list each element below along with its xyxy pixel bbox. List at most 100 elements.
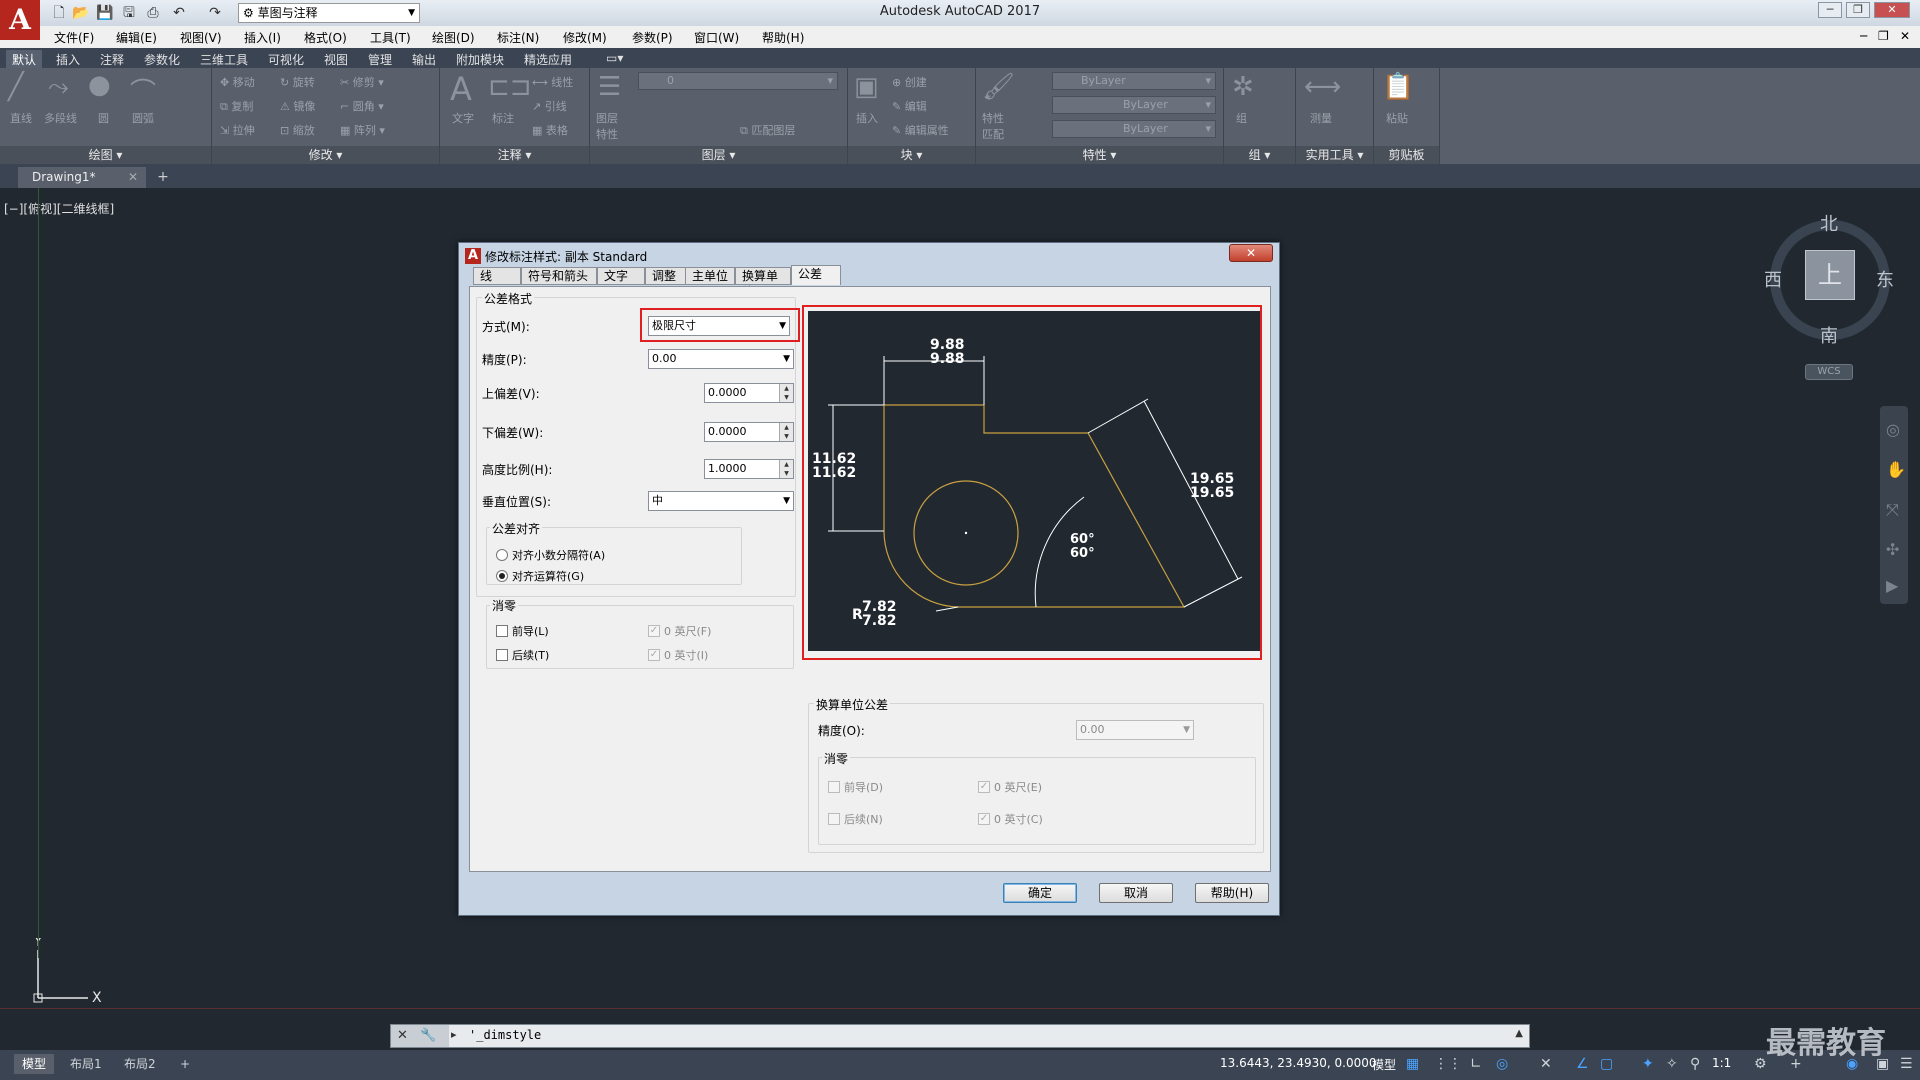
edit-attributes-button[interactable]: ✎ 编辑属性 [892, 122, 949, 138]
layer-select[interactable]: 0 ▾ [638, 72, 838, 90]
ribbon-tab-annotate[interactable]: 注释 [94, 50, 130, 69]
rotate-button[interactable]: ↻ 旋转 [280, 74, 315, 90]
menu-dimension[interactable]: 标注(N) [497, 29, 539, 46]
ribbon-tab-manage[interactable]: 管理 [362, 50, 398, 69]
close-icon[interactable]: ✕ [397, 1028, 408, 1043]
annotation-visibility-icon[interactable]: ✦ [1642, 1056, 1654, 1072]
zero-inches-checkbox[interactable]: ✓ [648, 649, 660, 661]
arc-tool-icon[interactable]: ⌒ [130, 72, 156, 109]
panel-title-properties[interactable]: 特性 ▾ [976, 146, 1223, 164]
match-properties-icon[interactable]: 🖌 [982, 72, 1015, 102]
text-tool-icon[interactable]: A [450, 70, 472, 108]
customize-icon[interactable]: ☰ [1900, 1056, 1913, 1072]
height-scale-input[interactable]: 1.0000 ▲ ▼ [704, 459, 794, 479]
layer-properties-icon[interactable]: ☰ [598, 72, 621, 102]
ortho-icon[interactable]: ∟ [1470, 1056, 1482, 1072]
stretch-button[interactable]: ⇲ 拉伸 [220, 122, 255, 138]
spin-up-icon[interactable]: ▲ [779, 460, 793, 469]
panel-title-groups[interactable]: 组 ▾ [1224, 146, 1295, 164]
compass-east[interactable]: 东 [1876, 266, 1894, 292]
panel-title-utilities[interactable]: 实用工具 ▾ [1296, 146, 1373, 164]
model-space-toggle[interactable]: 模型 [1372, 1056, 1396, 1073]
tab-lines[interactable]: 线 [473, 267, 521, 285]
trim-button[interactable]: ✂ 修剪 ▾ [340, 74, 384, 90]
insert-block-icon[interactable]: ▣ [854, 72, 879, 102]
upper-deviation-input[interactable]: 0.0000 ▲ ▼ [704, 383, 794, 403]
menu-edit[interactable]: 编辑(E) [116, 29, 157, 46]
layout-tab-2[interactable]: 布局2 [116, 1054, 164, 1074]
cancel-button[interactable]: 取消 [1099, 883, 1173, 903]
help-button[interactable]: 帮助(H) [1195, 883, 1269, 903]
viewport-controls[interactable]: [−][俯视][二维线框] [4, 200, 114, 217]
ribbon-tab-addins[interactable]: 附加模块 [450, 50, 510, 69]
menu-tools[interactable]: 工具(T) [370, 29, 411, 46]
ribbon-tab-3d[interactable]: 三维工具 [194, 50, 254, 69]
compass-north[interactable]: 北 [1820, 210, 1838, 236]
polyline-tool-icon[interactable]: ⤳ [48, 72, 69, 103]
linetype-select[interactable]: ByLayer ▾ [1052, 96, 1216, 114]
spin-up-icon[interactable]: ▲ [779, 384, 793, 393]
layout-tab-model[interactable]: 模型 [14, 1054, 55, 1074]
tab-tolerances[interactable]: 公差 [791, 265, 841, 285]
ribbon-tab-output[interactable]: 输出 [406, 50, 442, 69]
new-tab-button[interactable]: + [152, 168, 174, 186]
fillet-button[interactable]: ⌐ 圆角 ▾ [340, 98, 384, 114]
osnap-icon[interactable]: ✕ [1540, 1056, 1552, 1072]
layout-tab-1[interactable]: 布局1 [62, 1054, 110, 1074]
steering-wheel-icon[interactable]: ◎ [1886, 420, 1900, 439]
tab-symbols-arrows[interactable]: 符号和箭头 [521, 267, 597, 285]
leader-button[interactable]: ↗ 引线 [532, 98, 567, 114]
copy-button[interactable]: ⧉ 复制 [220, 98, 253, 114]
selection-cycling-icon[interactable]: ▢ [1600, 1056, 1613, 1072]
ribbon-tab-visualize[interactable]: 可视化 [262, 50, 310, 69]
ok-button[interactable]: 确定 [1003, 883, 1077, 903]
line-tool-icon[interactable]: ╱ [8, 72, 24, 102]
tab-primary-units[interactable]: 主单位 [685, 267, 735, 285]
menu-file[interactable]: 文件(F) [54, 29, 94, 46]
doc-close-icon[interactable]: ✕ [1900, 29, 1910, 43]
alt-leading-checkbox[interactable] [828, 781, 840, 793]
minimize-button[interactable]: ─ [1818, 2, 1842, 18]
pan-icon[interactable]: ✋ [1886, 460, 1906, 479]
spin-down-icon[interactable]: ▼ [779, 393, 793, 402]
compass-south[interactable]: 南 [1820, 322, 1838, 348]
dialog-close-button[interactable]: ✕ [1229, 244, 1273, 262]
menu-parametric[interactable]: 参数(P) [632, 29, 673, 46]
wcs-menu[interactable]: WCS [1805, 364, 1853, 380]
move-button[interactable]: ✥ 移动 [220, 74, 255, 90]
ribbon-tab-insert[interactable]: 插入 [50, 50, 86, 69]
menu-help[interactable]: 帮助(H) [762, 29, 804, 46]
circle-tool-icon[interactable]: ● [88, 70, 111, 100]
panel-title-modify[interactable]: 修改 ▾ [212, 146, 439, 164]
paste-icon[interactable]: 📋 [1382, 72, 1414, 102]
zero-feet-checkbox[interactable]: ✓ [648, 625, 660, 637]
alt-zero-feet-checkbox[interactable]: ✓ [978, 781, 990, 793]
create-block-button[interactable]: ⊕ 创建 [892, 74, 927, 90]
doc-restore-icon[interactable]: ❐ [1878, 29, 1889, 43]
lineweight-select[interactable]: ByLayer ▾ [1052, 120, 1216, 138]
linear-button[interactable]: ⟷ 线性 [532, 74, 573, 90]
ribbon-tab-view[interactable]: 视图 [318, 50, 354, 69]
align-operator-radio[interactable] [496, 570, 508, 582]
zoom-icon[interactable]: ⤧ [1886, 500, 1899, 520]
menu-format[interactable]: 格式(O) [304, 29, 347, 46]
measure-icon[interactable]: ⟷ [1304, 72, 1341, 102]
command-prompt-icon[interactable]: ▸ [451, 1028, 457, 1041]
edit-block-button[interactable]: ✎ 编辑 [892, 98, 927, 114]
orbit-icon[interactable]: ✣ [1886, 540, 1899, 559]
spin-up-icon[interactable]: ▲ [779, 423, 793, 432]
menu-modify[interactable]: 修改(M) [563, 29, 607, 46]
snap-icon[interactable]: ⋮⋮ [1434, 1056, 1462, 1072]
lineweight-icon[interactable]: ∠ [1576, 1056, 1589, 1072]
leading-checkbox[interactable] [496, 625, 508, 637]
vertical-position-select[interactable]: 中 ▼ [648, 491, 794, 511]
panel-title-layers[interactable]: 图层 ▾ [590, 146, 847, 164]
close-window-button[interactable]: ✕ [1874, 2, 1910, 18]
viewcube-top-face[interactable]: 上 [1805, 250, 1855, 300]
match-layer-button[interactable]: ⧉ 匹配图层 [740, 122, 795, 138]
annotation-scale-icon[interactable]: ⚲ [1690, 1056, 1700, 1072]
menu-draw[interactable]: 绘图(D) [432, 29, 475, 46]
ribbon-tab-home[interactable]: 默认 [6, 50, 43, 69]
command-input[interactable]: '_dimstyle [469, 1028, 541, 1042]
spin-down-icon[interactable]: ▼ [779, 432, 793, 441]
